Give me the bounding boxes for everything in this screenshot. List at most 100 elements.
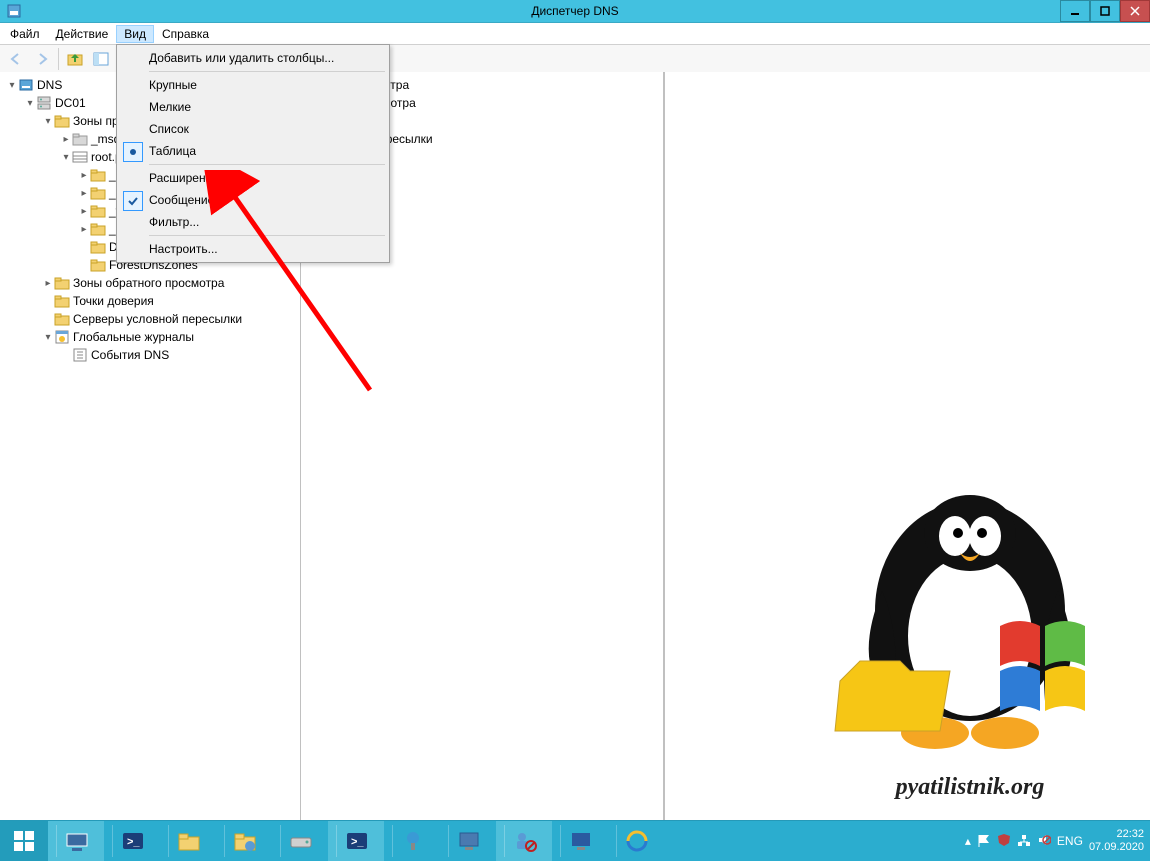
menu-item-label: Мелкие bbox=[149, 100, 191, 114]
menu-item[interactable]: Добавить или удалить столбцы... bbox=[119, 47, 387, 69]
tree-node[interactable]: События DNS bbox=[0, 346, 300, 364]
expander-icon[interactable]: ▾ bbox=[42, 332, 54, 343]
start-button[interactable] bbox=[0, 821, 48, 861]
task-remote[interactable] bbox=[440, 821, 496, 861]
menu-separator bbox=[149, 164, 385, 165]
tree-node-label: Зоны обратного просмотра bbox=[73, 276, 224, 290]
expander-icon[interactable]: ▸ bbox=[78, 188, 90, 199]
tray-network-icon[interactable] bbox=[1017, 833, 1031, 850]
minimize-button[interactable] bbox=[1060, 0, 1090, 22]
menu-help[interactable]: Справка bbox=[154, 25, 217, 43]
task-network[interactable] bbox=[384, 821, 440, 861]
close-button[interactable] bbox=[1120, 0, 1150, 22]
tree-node-label: Глобальные журналы bbox=[73, 330, 194, 344]
expander-icon[interactable]: ▾ bbox=[6, 80, 18, 91]
maximize-button[interactable] bbox=[1090, 0, 1120, 22]
expander-icon[interactable]: ▾ bbox=[24, 98, 36, 109]
task-ie[interactable] bbox=[608, 821, 664, 861]
menu-item[interactable]: Расширенный bbox=[119, 167, 387, 189]
tray-clock[interactable]: 22:32 07.09.2020 bbox=[1089, 828, 1144, 854]
menu-item-label: Таблица bbox=[149, 144, 196, 158]
expander-icon[interactable]: ▸ bbox=[60, 134, 72, 145]
task-powershell[interactable]: >_ bbox=[104, 821, 160, 861]
show-hide-tree-button[interactable] bbox=[89, 47, 113, 71]
tree-node-label: Точки доверия bbox=[73, 294, 154, 308]
tray-flag-icon[interactable] bbox=[977, 833, 991, 850]
menu-item[interactable]: Мелкие bbox=[119, 96, 387, 118]
view-dropdown: Добавить или удалить столбцы... Крупные Ме… bbox=[116, 44, 390, 263]
zone-icon bbox=[72, 149, 88, 165]
window-buttons bbox=[1060, 0, 1150, 22]
menu-item-label: Настроить... bbox=[149, 242, 218, 256]
folder-icon bbox=[90, 203, 106, 219]
tray-sound-icon[interactable] bbox=[1037, 833, 1051, 850]
menu-item[interactable]: Крупные bbox=[119, 74, 387, 96]
tree-node-label: События DNS bbox=[91, 348, 169, 362]
task-explorer-2[interactable] bbox=[216, 821, 272, 861]
folder-icon bbox=[90, 221, 106, 237]
menu-item-label: Сообщение bbox=[149, 193, 214, 207]
task-ad-users[interactable] bbox=[496, 821, 552, 861]
menu-separator bbox=[149, 235, 385, 236]
menu-item[interactable]: Таблица bbox=[119, 140, 387, 162]
folder-icon bbox=[90, 185, 106, 201]
menu-action[interactable]: Действие bbox=[48, 25, 117, 43]
tree-node-label: DNS bbox=[37, 78, 62, 92]
expander-icon[interactable]: ▸ bbox=[42, 278, 54, 289]
folder-icon bbox=[90, 257, 106, 273]
server-icon bbox=[36, 95, 52, 111]
tray-shield-icon[interactable] bbox=[997, 833, 1011, 850]
menu-view[interactable]: Вид bbox=[116, 25, 154, 43]
splitter[interactable] bbox=[664, 72, 665, 821]
app-icon bbox=[6, 3, 22, 19]
menu-item-label: Добавить или удалить столбцы... bbox=[149, 51, 334, 65]
menu-item[interactable]: Фильтр... bbox=[119, 211, 387, 233]
folder-icon bbox=[54, 293, 70, 309]
folder-grey-icon bbox=[72, 131, 88, 147]
tray-time: 22:32 bbox=[1089, 828, 1144, 841]
tree-node-label: DC01 bbox=[55, 96, 86, 110]
watermark-logo: pyatilistnik.org bbox=[800, 461, 1140, 811]
forward-button[interactable] bbox=[30, 47, 54, 71]
tree-node[interactable]: ▸ Зоны обратного просмотра bbox=[0, 274, 300, 292]
folder-icon bbox=[54, 275, 70, 291]
task-server-manager[interactable] bbox=[48, 821, 104, 861]
expander-icon[interactable]: ▾ bbox=[60, 152, 72, 163]
expander-icon[interactable]: ▸ bbox=[78, 224, 90, 235]
watermark-text: pyatilistnik.org bbox=[896, 774, 1045, 801]
menu-item-label: Список bbox=[149, 122, 189, 136]
task-powershell-ise[interactable]: >_ bbox=[328, 821, 384, 861]
menu-separator bbox=[149, 71, 385, 72]
tree-node[interactable]: Серверы условной пересылки bbox=[0, 310, 300, 328]
task-explorer-1[interactable] bbox=[160, 821, 216, 861]
svg-text:>_: >_ bbox=[351, 836, 364, 848]
expander-icon[interactable]: ▸ bbox=[78, 170, 90, 181]
back-button[interactable] bbox=[4, 47, 28, 71]
dns-icon bbox=[18, 77, 34, 93]
event-icon bbox=[72, 347, 88, 363]
titlebar: Диспетчер DNS bbox=[0, 0, 1150, 23]
task-monitor[interactable] bbox=[552, 821, 608, 861]
tray-chevron-icon[interactable]: ▴ bbox=[965, 834, 971, 848]
menu-item[interactable]: Настроить... bbox=[119, 238, 387, 260]
menu-item-label: Фильтр... bbox=[149, 215, 199, 229]
menu-item-label: Крупные bbox=[149, 78, 197, 92]
radio-checked-icon bbox=[123, 142, 143, 162]
taskbar: >_ >_ ▴ ENG 22:32 07.09.2020 bbox=[0, 820, 1150, 861]
systray: ▴ ENG 22:32 07.09.2020 bbox=[965, 828, 1150, 854]
menu-file[interactable]: Файл bbox=[2, 25, 48, 43]
expander-icon[interactable]: ▾ bbox=[42, 116, 54, 127]
menu-item[interactable]: Список bbox=[119, 118, 387, 140]
tray-lang[interactable]: ENG bbox=[1057, 834, 1083, 848]
tree-node-label: Серверы условной пересылки bbox=[73, 312, 242, 326]
folder-icon bbox=[90, 239, 106, 255]
tree-node[interactable]: ▾ Глобальные журналы bbox=[0, 328, 300, 346]
task-drive[interactable] bbox=[272, 821, 328, 861]
menu-item[interactable]: Сообщение bbox=[119, 189, 387, 211]
toolbar-separator bbox=[58, 48, 59, 70]
tree-node[interactable]: Точки доверия bbox=[0, 292, 300, 310]
expander-icon[interactable]: ▸ bbox=[78, 206, 90, 217]
tray-date: 07.09.2020 bbox=[1089, 841, 1144, 854]
up-button[interactable] bbox=[63, 47, 87, 71]
menubar: Файл Действие Вид Справка bbox=[0, 23, 1150, 45]
